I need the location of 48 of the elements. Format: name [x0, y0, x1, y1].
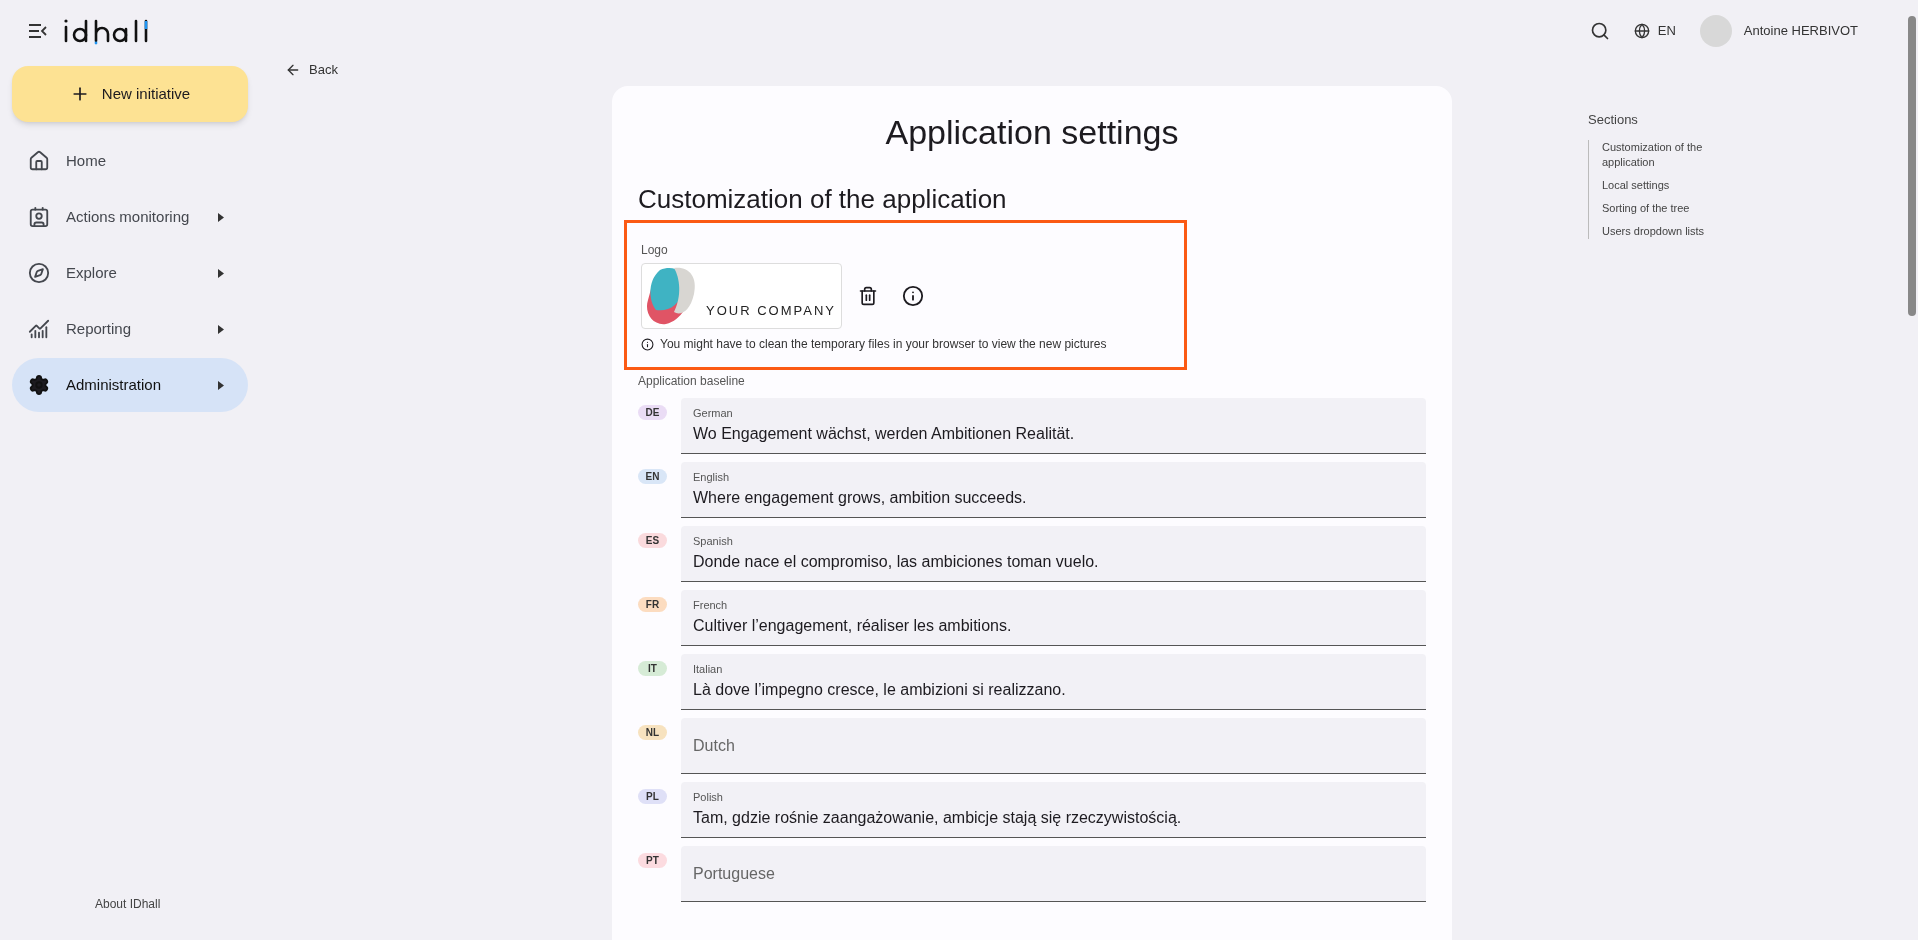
globe-icon	[1633, 23, 1650, 39]
search-icon[interactable]	[1589, 21, 1610, 41]
text-field[interactable]: Spanish Donde nace el compromiso, las ambiciones toman vuelo.	[681, 526, 1426, 582]
info-icon[interactable]	[902, 285, 924, 307]
user-name: Antoine HERBIVOT	[1743, 22, 1858, 41]
language-code: PT	[638, 853, 667, 868]
logo-company-text: YOUR COMPANY	[706, 301, 836, 320]
section-link[interactable]: Sorting of the tree	[1602, 200, 1748, 216]
nav-item[interactable]: Home	[12, 134, 248, 188]
section-link[interactable]: Users dropdown lists	[1602, 223, 1748, 239]
compass-icon	[28, 262, 50, 284]
text-field[interactable]: English Where engagement grows, ambition succeeds.	[681, 462, 1426, 518]
text-field[interactable]: Italian Là dove l’impegno cresce, le ambizioni si realizzano.	[681, 654, 1426, 710]
sections-title: Sections	[1588, 111, 1639, 129]
new-initiative-button[interactable]: New initiative	[12, 66, 248, 122]
section-link[interactable]: Customization of the application	[1602, 139, 1748, 170]
about-link[interactable]: About IDhall	[95, 895, 260, 913]
language-selector[interactable]: EN	[1633, 21, 1676, 41]
language-code: NL	[638, 725, 667, 740]
hint-text: You might have to clean the temporary files in your browser to view the new pictures	[660, 336, 1107, 353]
language-code: EN	[638, 469, 667, 484]
nav-item[interactable]: Actions monitoring	[12, 190, 248, 244]
text-field[interactable]: German Wo Engagement wächst, werden Ambitionen Realität.	[681, 398, 1426, 454]
page-title: Application settings	[884, 112, 1180, 153]
section-title: Customization of the application	[638, 183, 1008, 216]
text-field[interactable]: Portuguese	[681, 846, 1426, 902]
info-icon	[641, 337, 654, 351]
field-label: Application baseline	[638, 373, 746, 390]
settings-icon	[28, 374, 50, 396]
language-code: FR	[638, 597, 667, 612]
home-icon	[28, 150, 50, 172]
language-code: DE	[638, 405, 667, 420]
text-field[interactable]: French Cultiver l’engagement, réaliser les ambitions.	[681, 590, 1426, 646]
nav-item[interactable]: Administration	[12, 358, 248, 412]
field-label: Logo	[641, 242, 669, 259]
back-button[interactable]: Back	[285, 60, 338, 80]
section-link[interactable]: Local settings	[1602, 177, 1748, 193]
badge-icon	[28, 206, 50, 228]
language-code: IT	[638, 661, 667, 676]
language-code: ES	[638, 533, 667, 548]
language-code: PL	[638, 789, 667, 804]
chart-icon	[28, 318, 50, 340]
text-field[interactable]: Polish Tam, gdzie rośnie zaangażowanie, ambicje stają się rzeczywistością.	[681, 782, 1426, 838]
text-field[interactable]: Dutch	[681, 718, 1426, 774]
nav-item[interactable]: Reporting	[12, 302, 248, 356]
nav-item[interactable]: Explore	[12, 246, 248, 300]
menu-collapse-icon[interactable]	[28, 24, 48, 38]
delete-icon[interactable]	[858, 286, 878, 306]
